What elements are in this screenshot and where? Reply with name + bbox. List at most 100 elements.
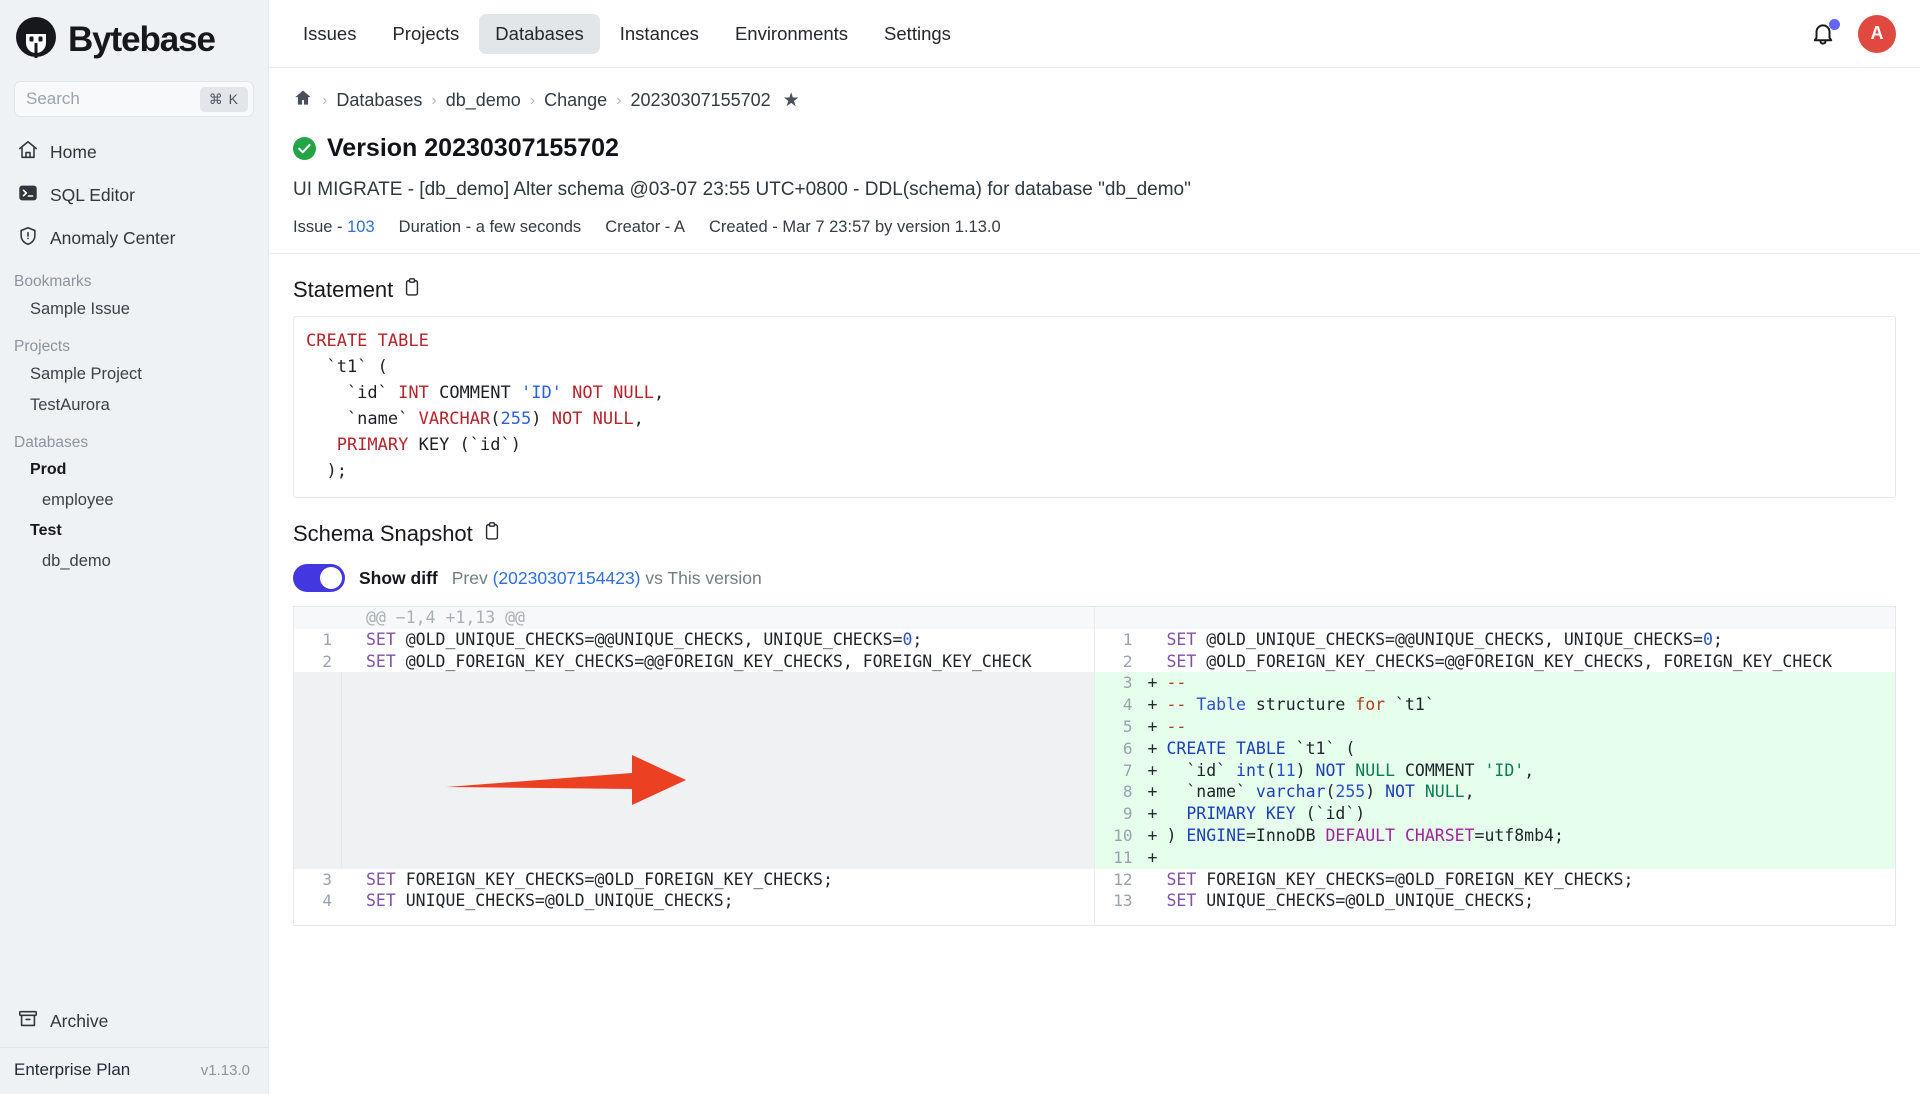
tab-projects[interactable]: Projects [376,14,475,54]
diff-line-sign: + [1147,825,1158,845]
tab-environments[interactable]: Environments [719,14,864,54]
diff-line-number: 13 [1113,891,1133,911]
code-token: 'ID' [520,383,562,403]
tab-settings[interactable]: Settings [868,14,967,54]
diff-line-number [294,846,342,869]
sidebar-item-sql-editor[interactable]: SQL Editor [0,174,268,217]
diff-line: 8 + `name` varchar(255) NOT NULL, [1094,781,1895,804]
diff-line-text: -- [1163,672,1187,694]
diff-line: 5 + -- [1094,715,1895,738]
diff-line-number: 8 [1122,782,1133,802]
diff-pane-left[interactable]: @@ −1,4 +1,13 @@ 1 SET @OLD_UNIQUE_CHECKS=… [294,607,1095,925]
diff-line: 1 SET @OLD_UNIQUE_CHECKS=@@UNIQUE_CHECKS,… [294,629,1094,651]
diff-line-text [362,760,366,782]
diff-line [294,737,1094,760]
code-token: CHARSET [1404,825,1475,845]
diff-line-text: -- [1163,716,1187,738]
meta-duration-label: Duration - [398,218,472,236]
diff-line [294,824,1094,847]
code-token: SET [366,629,396,649]
diff-line-text [362,825,366,847]
page-title: Version 20230307155702 [293,134,1896,163]
diff-line: 3 SET FOREIGN_KEY_CHECKS=@OLD_FOREIGN_KEY… [294,869,1094,891]
diff-line-text: `id` int(11) NOT NULL COMMENT 'ID', [1163,760,1535,782]
breadcrumb-item-databases[interactable]: Databases [336,90,422,111]
code-token: SET [1166,869,1197,889]
statement-title-text: Statement [293,277,394,302]
breadcrumb-home-icon[interactable] [293,88,313,113]
sidebar-item-home[interactable]: Home [0,131,268,174]
star-icon[interactable]: ★ [783,89,800,112]
meta-creator-value: A [673,218,685,236]
show-diff-toggle[interactable] [293,564,345,592]
code-token: VARCHAR [418,409,491,429]
code-token: COMMENT [428,383,521,403]
plan-row[interactable]: Enterprise Plan v1.13.0 [0,1048,268,1094]
diff-line-sign [342,716,362,738]
diff-line: 3 + -- [1094,672,1895,695]
code-token: -- [1166,695,1197,715]
search-placeholder: Search [26,89,80,108]
code-token: ) [531,409,552,429]
code-token: `name` [1166,782,1256,802]
notifications-button[interactable] [1810,18,1840,48]
brand-logo[interactable]: Bytebase [0,0,268,73]
diff-line-number [294,781,342,804]
diff-hunk-text: @@ −1,4 +1,13 @@ [366,608,525,627]
diff-line: 7 + `id` int(11) NOT NULL COMMENT 'ID', [1094,759,1895,782]
code-token: KEY [1265,804,1296,824]
terminal-icon [17,182,39,209]
breadcrumb-item-change[interactable]: Change [544,90,607,111]
bytebase-logo-icon [14,17,58,61]
diff-line-number: 10 [1113,825,1133,845]
code-token: @OLD_FOREIGN_KEY_CHECKS=@@FOREIGN_KEY_CH… [395,651,1032,671]
sidebar-item-archive[interactable]: Archive [0,998,268,1048]
tab-issues[interactable]: Issues [287,14,372,54]
avatar[interactable]: A [1858,14,1896,53]
meta-created: Created - Mar 7 23:57 by version 1.13.0 [709,218,1001,237]
tab-databases[interactable]: Databases [479,13,600,54]
sidebar-item-employee[interactable]: employee [0,485,268,516]
diff-line-text: SET @OLD_FOREIGN_KEY_CHECKS=@@FOREIGN_KE… [1163,651,1833,673]
diff-line-number [294,824,342,847]
sidebar: Bytebase Search ⌘ K Home SQL Editor Anom… [0,0,269,1094]
diff-line-number [1095,607,1143,629]
sidebar-section-projects: Projects [14,338,70,355]
sidebar-item-sample-issue[interactable]: Sample Issue [0,294,268,325]
code-token: 'ID' [1484,760,1525,780]
meta-duration-value: a few seconds [475,218,582,236]
clipboard-icon[interactable] [482,520,502,548]
diff-line-sign [342,825,362,847]
tab-instances[interactable]: Instances [604,14,715,54]
main-area: Issues Projects Databases Instances Envi… [269,0,1920,1094]
code-token: , [1524,760,1535,780]
meta-issue-value[interactable]: 103 [347,218,375,236]
diff-line-number: 11 [1113,847,1133,867]
code-token: PRIMARY [336,435,409,455]
code-token: ENGINE [1186,825,1246,845]
breadcrumb-item-db-demo[interactable]: db_demo [446,90,521,111]
diff-pane-right[interactable]: 1 SET @OLD_UNIQUE_CHECKS=@@UNIQUE_CHECKS,… [1094,607,1895,925]
diff-line-sign: + [1147,760,1158,780]
sidebar-item-sample-project[interactable]: Sample Project [0,359,268,390]
search-input[interactable]: Search ⌘ K [14,81,254,117]
sidebar-group-prod[interactable]: Prod [0,455,268,485]
diff-line-text: SET UNIQUE_CHECKS=@OLD_UNIQUE_CHECKS; [1163,890,1535,912]
code-token: @OLD_UNIQUE_CHECKS=@@UNIQUE_CHECKS, UNIQ… [1196,629,1703,649]
code-token: CREATE TABLE [306,331,429,351]
diff-line-sign [342,607,362,629]
code-token: , [654,383,665,403]
code-token: COMMENT [1404,760,1475,780]
sidebar-item-testaurora[interactable]: TestAurora [0,390,268,421]
code-token: (`id`) [1295,804,1366,824]
meta-issue: Issue - 103 [293,218,375,237]
prev-version-link[interactable]: (20230307154423) [493,568,641,588]
clipboard-icon[interactable] [402,276,422,304]
sidebar-group-test[interactable]: Test [0,516,268,546]
sidebar-item-db-demo[interactable]: db_demo [0,546,268,577]
diff-viewer[interactable]: @@ −1,4 +1,13 @@ 1 SET @OLD_UNIQUE_CHECKS=… [293,606,1896,926]
code-token: SET [366,869,396,889]
sidebar-item-anomaly-center[interactable]: Anomaly Center [0,217,268,260]
diff-line [294,715,1094,738]
